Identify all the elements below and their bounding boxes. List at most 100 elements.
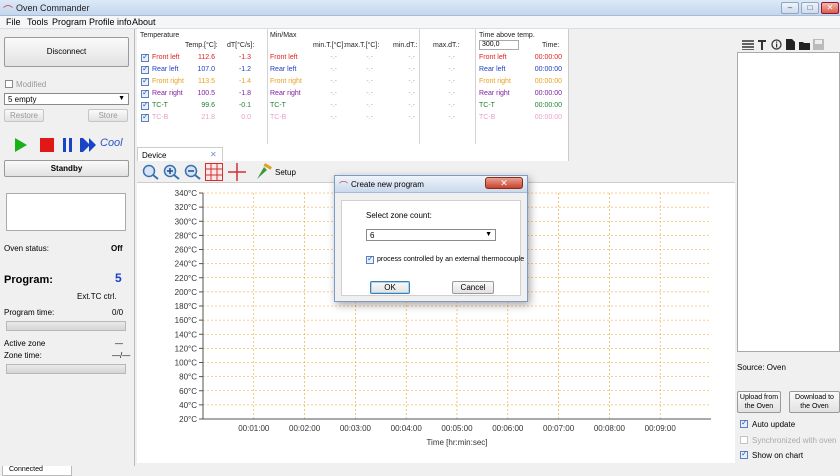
y-tick-label: 240°C bbox=[175, 260, 198, 269]
sensor-temp: 21.8 bbox=[201, 114, 215, 121]
close-button[interactable]: ✕ bbox=[821, 2, 839, 14]
program-select[interactable]: 5 empty ▼ bbox=[4, 93, 129, 105]
device-tab[interactable]: Device ✕ bbox=[137, 147, 223, 161]
program-list[interactable] bbox=[737, 52, 840, 352]
y-tick-label: 120°C bbox=[175, 344, 198, 353]
zone-time-label: Zone time: bbox=[4, 351, 42, 360]
x-tick-label: 00:07:00 bbox=[543, 424, 575, 433]
zone-count-select[interactable]: 6 ▼ bbox=[366, 229, 496, 241]
sensor-checkbox[interactable] bbox=[141, 100, 149, 110]
min-dt: -.- bbox=[408, 54, 415, 61]
save-icon[interactable] bbox=[813, 39, 824, 50]
sensor-checkbox[interactable] bbox=[141, 52, 149, 62]
min-temp: -.- bbox=[330, 102, 337, 109]
threshold-input[interactable]: 300,0 bbox=[479, 40, 519, 50]
sensor-checkbox[interactable] bbox=[141, 64, 149, 74]
time-header: Time: bbox=[542, 42, 560, 49]
restore-button[interactable]: Restore bbox=[4, 109, 44, 122]
stop-icon[interactable] bbox=[40, 138, 54, 152]
disconnect-button[interactable]: Disconnect bbox=[4, 37, 129, 67]
x-tick-label: 00:05:00 bbox=[441, 424, 473, 433]
max-dt-header: max.dT.: bbox=[433, 42, 460, 49]
cancel-button[interactable]: Cancel bbox=[452, 281, 494, 294]
menu-file[interactable]: File bbox=[6, 17, 21, 27]
time-above-name: Front right bbox=[479, 78, 511, 85]
max-temp: -.- bbox=[366, 102, 373, 109]
grid-toggle-icon[interactable] bbox=[205, 163, 223, 181]
left-panel: Disconnect Modified 5 empty ▼ Restore St… bbox=[0, 29, 135, 466]
y-tick-label: 260°C bbox=[175, 246, 198, 255]
setup-icon[interactable] bbox=[255, 163, 273, 181]
info-icon[interactable] bbox=[771, 39, 782, 50]
menu-profile-info[interactable]: Profile info bbox=[89, 17, 132, 27]
ext-tc-label: Ext.TC ctrl. bbox=[77, 292, 117, 301]
oven-status-label: Oven status: bbox=[4, 244, 49, 253]
download-to-oven-button[interactable]: Download to the Oven bbox=[789, 391, 840, 413]
fast-forward-icon[interactable] bbox=[80, 138, 96, 152]
temp-header: Temp.[°C]: bbox=[185, 42, 218, 49]
sync-checkbox[interactable] bbox=[740, 436, 748, 444]
y-tick-label: 100°C bbox=[175, 359, 198, 368]
program-label: Program: bbox=[4, 274, 53, 286]
chevron-down-icon: ▼ bbox=[118, 95, 125, 102]
y-tick-label: 300°C bbox=[175, 217, 198, 226]
zone-time-value: —/— bbox=[112, 351, 131, 360]
open-folder-icon[interactable] bbox=[799, 40, 811, 50]
program-progress-bar bbox=[6, 321, 126, 331]
maximize-button[interactable]: □ bbox=[801, 2, 819, 14]
ext-thermocouple-checkbox[interactable] bbox=[366, 254, 374, 264]
dialog-app-icon: ⌒ bbox=[339, 181, 349, 191]
modified-checkbox[interactable] bbox=[5, 80, 13, 88]
title-bar: ⌒ Oven Commander – □ ✕ bbox=[0, 0, 840, 17]
menu-program[interactable]: Program bbox=[52, 17, 87, 27]
min-dt: -.- bbox=[408, 66, 415, 73]
show-on-chart-checkbox[interactable] bbox=[740, 449, 748, 459]
new-file-icon[interactable] bbox=[785, 39, 796, 50]
sensor-checkbox[interactable] bbox=[141, 112, 149, 122]
auto-update-checkbox[interactable] bbox=[740, 418, 748, 428]
store-button[interactable]: Store bbox=[88, 109, 128, 122]
y-tick-label: 200°C bbox=[175, 288, 198, 297]
status-display-box bbox=[6, 193, 126, 231]
zoom-out-icon[interactable] bbox=[184, 164, 202, 180]
menu-tools[interactable]: Tools bbox=[27, 17, 48, 27]
sensor-temp: 99.6 bbox=[201, 102, 215, 109]
create-program-dialog: ⌒ Create new program ✕ Select zone count… bbox=[334, 175, 528, 302]
minimize-button[interactable]: – bbox=[781, 2, 799, 14]
cool-button[interactable]: Cool bbox=[100, 137, 123, 149]
upload-from-oven-button[interactable]: Upload from the Oven bbox=[737, 391, 781, 413]
time-above-name: Front left bbox=[479, 54, 507, 61]
sensor-checkbox[interactable] bbox=[141, 88, 149, 98]
dialog-close-button[interactable]: ✕ bbox=[485, 177, 523, 189]
list-icon[interactable] bbox=[742, 40, 754, 50]
time-above-value: 00:00:00 bbox=[534, 114, 562, 121]
max-dt: -.- bbox=[448, 54, 455, 61]
minmax-header: Min/Max bbox=[270, 32, 297, 39]
sensor-name: TC-T bbox=[152, 102, 168, 109]
dt-header: dT[°C/s]: bbox=[227, 42, 255, 49]
sensor-checkbox[interactable] bbox=[141, 76, 149, 86]
x-tick-label: 00:09:00 bbox=[645, 424, 677, 433]
play-icon[interactable] bbox=[14, 137, 28, 153]
menu-bar: File Tools Program Profile info About bbox=[0, 16, 840, 29]
y-tick-label: 280°C bbox=[175, 231, 198, 240]
min-dt: -.- bbox=[408, 102, 415, 109]
sensor-name: Rear right bbox=[152, 90, 183, 97]
pause-icon[interactable] bbox=[62, 138, 74, 152]
crosshair-icon[interactable] bbox=[228, 163, 246, 181]
active-zone-value: — bbox=[115, 339, 123, 348]
zoom-in-icon[interactable] bbox=[163, 164, 181, 180]
device-tab-close-icon[interactable]: ✕ bbox=[210, 150, 217, 159]
minmax-name: Front right bbox=[270, 78, 302, 85]
program-time-label: Program time: bbox=[4, 308, 55, 317]
setup-button[interactable]: Setup bbox=[275, 168, 296, 177]
dialog-body: Select zone count: 6 ▼ process controlle… bbox=[341, 200, 524, 296]
ok-button[interactable]: OK bbox=[370, 281, 410, 294]
menu-about[interactable]: About bbox=[132, 17, 156, 27]
connection-tab[interactable]: Connected bbox=[2, 466, 72, 476]
auto-update-label: Auto update bbox=[752, 420, 796, 429]
sort-icon[interactable] bbox=[757, 40, 767, 50]
sensor-dt: -0.1 bbox=[238, 102, 251, 109]
zoom-fit-icon[interactable] bbox=[142, 164, 160, 180]
sensor-temp: 113.5 bbox=[198, 78, 215, 85]
